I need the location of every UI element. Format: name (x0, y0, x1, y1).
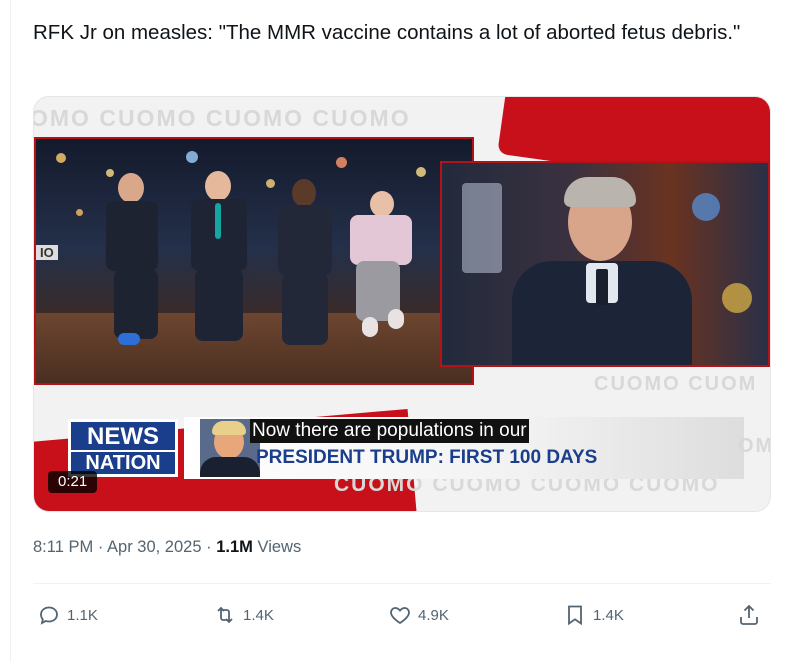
repost-button[interactable]: 1.4K (213, 596, 274, 634)
tweet-text: RFK Jr on measles: "The MMR vaccine cont… (33, 21, 741, 44)
headline-text: PRESIDENT TRUMP: FIRST 100 DAYS (256, 447, 598, 468)
panelist-3 (268, 179, 348, 379)
bookmark-count: 1.4K (593, 606, 624, 624)
post-date[interactable]: Apr 30, 2025 (107, 538, 202, 556)
reply-icon (40, 606, 58, 625)
watermark-side: OM (738, 435, 771, 457)
bookmark-icon (568, 605, 582, 626)
guest (502, 177, 702, 365)
closed-caption: Now there are populations in our (250, 419, 529, 443)
timeline-border (10, 0, 11, 662)
repost-count: 1.4K (243, 606, 274, 624)
action-bar: 1.1K 1.4K 4.9K 1.4K (33, 596, 771, 634)
post-time[interactable]: 8:11 PM (33, 538, 93, 556)
newsnation-logo: NEWS NATION (68, 419, 178, 477)
meta-separator: · (97, 538, 104, 556)
watermark-right: CUOMO CUOM (594, 373, 758, 395)
guest-feed (440, 161, 770, 367)
repost-icon (217, 606, 233, 624)
views-count: 1.1M (216, 538, 253, 556)
reply-count: 1.1K (67, 606, 98, 624)
views-label: Views (257, 538, 302, 556)
logo-line-1: NEWS (87, 423, 159, 450)
studio-logo: IO (36, 245, 58, 260)
studio-panel-feed: IO (34, 137, 474, 385)
share-icon (740, 604, 758, 625)
panelist-4 (344, 189, 424, 383)
panelist-2 (181, 171, 261, 371)
like-icon (390, 607, 410, 625)
meta-separator: · (206, 538, 212, 556)
video-player[interactable]: OMO CUOMO CUOMO CUOMO CUOMO CUOM CUOMO C… (33, 96, 771, 512)
tweet-meta: 8:11 PM · Apr 30, 2025 · 1.1M Views (33, 538, 301, 557)
divider (33, 583, 771, 584)
like-button[interactable]: 4.9K (388, 596, 449, 634)
watermark-top: OMO CUOMO CUOMO CUOMO (33, 105, 411, 131)
bookmark-button[interactable]: 1.4K (563, 596, 624, 634)
panelist-1 (96, 173, 176, 373)
video-duration: 0:21 (48, 471, 98, 493)
share-button[interactable] (737, 596, 767, 634)
like-count: 4.9K (418, 606, 449, 624)
reply-button[interactable]: 1.1K (37, 596, 98, 634)
